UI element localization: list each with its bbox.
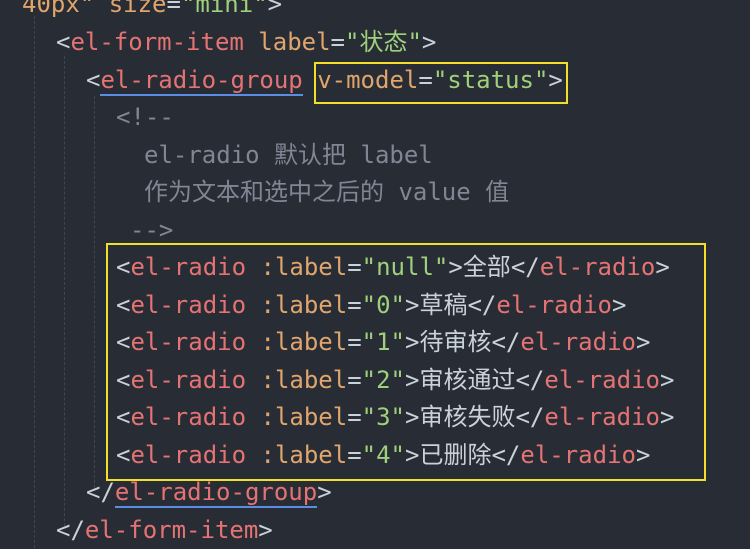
comment-line-2[interactable]: 作为文本和选中之后的 value 值 bbox=[144, 174, 509, 211]
code-line-form-item-end[interactable]: </el-form-item> bbox=[56, 512, 273, 549]
attr-size: size bbox=[108, 0, 167, 18]
tag-open-bracket: < bbox=[86, 66, 101, 94]
tag-el-radio-group: el-radio-group bbox=[100, 66, 303, 96]
attr-label-value: "状态" bbox=[345, 28, 422, 56]
code-editor[interactable]: 40px" size="mini"> <el-form-item label="… bbox=[0, 0, 750, 548]
tag-el-radio-group: el-radio-group bbox=[114, 478, 318, 508]
indent-guide bbox=[94, 96, 95, 488]
attr-size-value: "mini" bbox=[180, 0, 268, 18]
tag-el-form-item: el-form-item bbox=[84, 516, 259, 544]
tag-close-bracket: > bbox=[421, 28, 437, 56]
comment-open[interactable]: <!-- bbox=[116, 99, 174, 136]
end-tag-open: </ bbox=[56, 516, 85, 544]
indent-guide bbox=[64, 56, 65, 526]
end-tag-open: </ bbox=[86, 478, 115, 506]
tag-el-form-item: el-form-item bbox=[70, 28, 244, 56]
end-tag-close: > bbox=[258, 516, 273, 544]
comment-line-1[interactable]: el-radio 默认把 label bbox=[144, 137, 433, 174]
code-line-0[interactable]: 40px" size="mini"> bbox=[22, 0, 282, 23]
highlight-box-radios bbox=[106, 243, 706, 481]
attr-value-fragment: 40px" bbox=[22, 0, 95, 18]
code-line-form-item[interactable]: <el-form-item label="状态"> bbox=[56, 24, 436, 61]
tag-open-bracket: < bbox=[56, 28, 71, 56]
highlight-box-v-model bbox=[314, 62, 568, 104]
equals-sign: = bbox=[330, 28, 345, 56]
end-tag-close: > bbox=[317, 478, 332, 506]
attr-label: label bbox=[258, 28, 331, 56]
indent-guide bbox=[34, 16, 35, 548]
tag-close-bracket: > bbox=[267, 0, 283, 18]
